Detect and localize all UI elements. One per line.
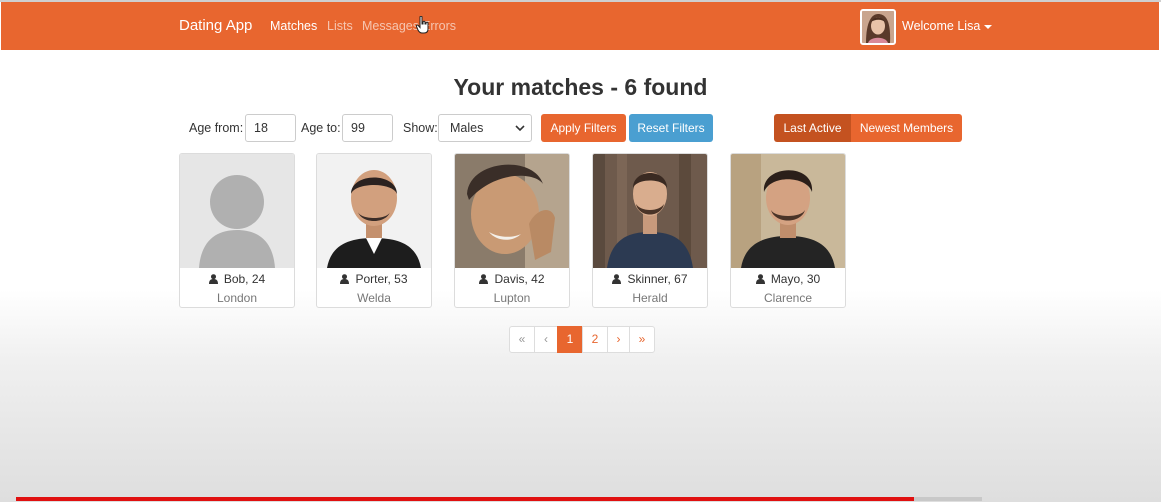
member-city: Clarence [763,291,813,305]
page-title: Your matches - 6 found [453,74,708,100]
member-photo [317,154,431,268]
nav-link-messages[interactable]: Messages [362,19,419,33]
reset-filters-button[interactable]: Reset Filters [629,114,713,142]
member-name-age: Mayo, 30 [731,272,845,286]
pagination-next[interactable]: › [607,326,630,353]
member-photo [593,154,707,268]
member-card[interactable]: Bob, 24 London [179,153,295,308]
age-from-label: Age from: [189,121,244,135]
video-progress-fill [16,497,915,501]
member-name-age: Bob, 24 [180,272,294,286]
member-name-age-text: Bob, 24 [223,272,266,286]
user-icon [208,274,218,284]
nav-link-matches[interactable]: Matches [270,19,317,33]
navbar: Dating App Matches Lists Messages Errors… [1,2,1159,50]
pagination-last[interactable]: » [629,326,655,353]
hand-cursor-icon [416,16,429,34]
show-label: Show: [403,121,438,135]
sort-button-group: Last Active Newest Members [774,114,962,142]
member-name-age: Davis, 42 [455,272,569,286]
chevron-down-icon [515,125,525,132]
member-card[interactable]: Porter, 53 Welda [316,153,432,308]
member-card[interactable]: Davis, 42 Lupton [454,153,570,308]
age-to-input[interactable]: 99 [342,114,393,142]
member-city: Herald [632,291,668,305]
pagination-first[interactable]: « [509,326,535,353]
member-name-age: Porter, 53 [317,272,431,286]
member-photo [455,154,569,268]
user-icon [479,274,489,284]
member-name-age-text: Skinner, 67 [627,272,688,286]
user-icon [755,274,765,284]
pagination-prev[interactable]: ‹ [534,326,558,353]
pagination-page-1[interactable]: 1 [557,326,583,353]
member-name-age-text: Porter, 53 [355,272,408,286]
age-from-input[interactable]: 18 [245,114,296,142]
member-photo [731,154,845,268]
member-name-age-text: Mayo, 30 [770,272,821,286]
gender-select-value: Males [450,121,484,135]
member-card[interactable]: Mayo, 30 Clarence [730,153,846,308]
user-icon [612,274,622,284]
member-city: Lupton [493,291,531,305]
user-menu-toggle[interactable]: Welcome Lisa [902,19,993,33]
video-progress-bar[interactable] [16,497,982,501]
user-icon [340,274,350,284]
user-avatar[interactable] [860,9,896,45]
pagination: « ‹ 1 2 › » [509,326,655,353]
gender-select[interactable]: Males [438,114,532,142]
brand-link[interactable]: Dating App [179,17,252,34]
welcome-text: Welcome Lisa [902,19,981,33]
age-to-label: Age to: [301,121,341,135]
sort-last-active-button[interactable]: Last Active [774,114,851,142]
member-name-age: Skinner, 67 [593,272,707,286]
member-name-age-text: Davis, 42 [494,272,545,286]
member-city: London [216,291,258,305]
apply-filters-button[interactable]: Apply Filters [541,114,626,142]
nav-link-lists[interactable]: Lists [327,19,353,33]
caret-down-icon [984,24,993,29]
pagination-page-2[interactable]: 2 [582,326,608,353]
member-city: Welda [357,291,391,305]
sort-newest-members-button[interactable]: Newest Members [851,114,962,142]
member-photo-placeholder [180,154,294,268]
member-card[interactable]: Skinner, 67 Herald [592,153,708,308]
